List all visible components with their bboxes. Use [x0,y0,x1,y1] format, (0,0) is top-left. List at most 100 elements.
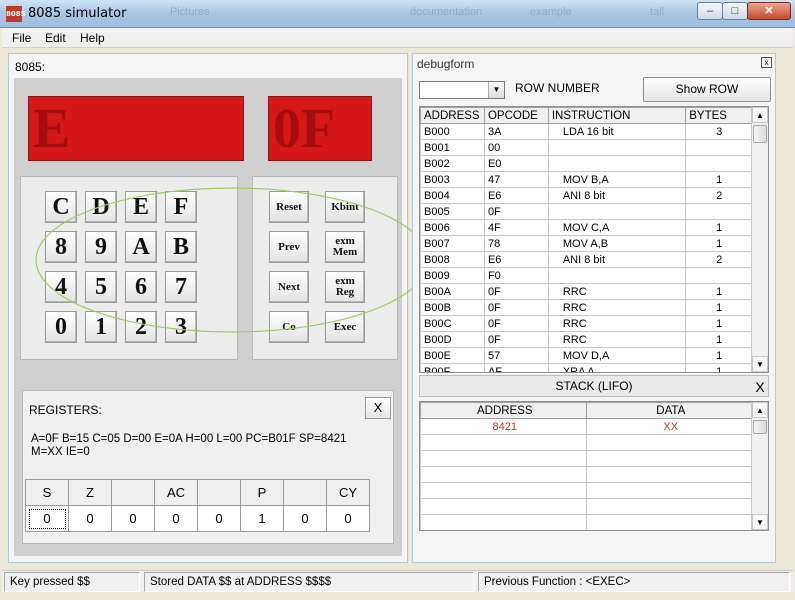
hex-key-button[interactable]: A [125,231,157,263]
function-keypad: Reset Kbint Prev exm Mem Next exm Reg Co Exec [252,176,398,360]
row-number-select[interactable]: ▼ [419,81,505,99]
menu-file[interactable]: File [12,31,31,45]
program-cell: B00A [420,283,485,300]
program-cell: 47 [483,171,549,188]
scroll-down-icon[interactable]: ▼ [752,514,768,530]
program-row[interactable]: B003 47 MOV B,A 1 [420,171,753,188]
hex-key-button[interactable]: 9 [85,231,117,263]
hex-key-button[interactable]: 7 [165,271,197,303]
hex-key-button[interactable]: 5 [85,271,117,303]
scroll-up-icon[interactable]: ▲ [752,107,768,123]
menu-edit[interactable]: Edit [45,31,66,45]
program-row[interactable]: B00F AF XRA A1 [420,363,753,372]
function-key-button[interactable]: Kbint [325,191,365,223]
program-column-header[interactable]: INSTRUCTION [547,107,687,124]
flag-value-cell[interactable]: 0 [68,505,112,532]
program-row[interactable]: B00C 0F RRC 1 [420,315,753,332]
flag-value-cell[interactable]: 0 [25,505,69,532]
stack-row-empty [420,450,754,467]
function-key-button[interactable]: Next [269,271,309,303]
title-bar: 8085 8085 simulator Pictures documentati… [0,0,795,28]
program-row[interactable]: B002 E0 [420,155,753,172]
flag-value-cell[interactable]: 1 [240,505,284,532]
debug-title: debugform [417,57,475,71]
program-row[interactable]: B00E 57 MOV D,A 1 [420,347,753,364]
menu-help[interactable]: Help [80,31,105,45]
stack-row-empty [420,498,754,515]
function-key-button[interactable]: exm Reg [325,271,365,303]
hex-key-button[interactable]: E [125,191,157,223]
hex-key-button[interactable]: 8 [45,231,77,263]
scroll-thumb[interactable] [753,125,767,143]
menubar: File Edit Help [2,28,793,48]
program-column-header[interactable]: BYTES [685,107,753,124]
hex-key-button[interactable]: 3 [165,311,197,343]
program-cell: B008 [420,251,485,268]
program-row[interactable]: B00B 0F RRC 1 [420,299,753,316]
program-row[interactable]: B00D 0F RRC 1 [420,331,753,348]
program-cell: ANI 8 bit [547,251,687,268]
hex-key-button[interactable]: 2 [125,311,157,343]
program-grid[interactable]: ADDRESS OPCODE INSTRUCTION BYTES B000 3A LDA … [419,106,769,373]
program-column-header[interactable]: ADDRESS [420,107,485,124]
registers-close-button[interactable]: X [365,397,391,419]
function-key-button[interactable]: Co [269,311,309,343]
program-row[interactable]: B009 F0 [420,267,753,284]
stack-column-header[interactable]: ADDRESS [420,402,587,419]
program-row[interactable]: B004 E6 ANI 8 bit 2 [420,187,753,204]
program-row[interactable]: B006 4F MOV C,A 1 [420,219,753,236]
scroll-thumb[interactable] [753,420,767,434]
hex-key-button[interactable]: 6 [125,271,157,303]
hex-key-button[interactable]: 4 [45,271,77,303]
scroll-up-icon[interactable]: ▲ [752,402,768,418]
maximize-button[interactable]: □ [722,2,748,20]
hex-key-button[interactable]: D [85,191,117,223]
function-key-button[interactable]: Prev [269,231,309,263]
program-row[interactable]: B001 00 [420,139,753,156]
function-key-button[interactable]: exm Mem [325,231,365,263]
hex-key-button[interactable]: C [45,191,77,223]
program-cell: AF [483,363,549,372]
program-row[interactable]: B008 E6 ANI 8 bit 2 [420,251,753,268]
minimize-button[interactable]: – [697,2,723,20]
flag-value-cell[interactable]: 0 [154,505,198,532]
flag-value-cell[interactable]: 0 [111,505,155,532]
show-row-button[interactable]: Show ROW [643,77,771,102]
program-cell: MOV B,A [547,171,687,188]
program-row[interactable]: B007 78 MOV A,B 1 [420,235,753,252]
window-title: 8085 simulator [28,6,127,21]
flag-value-cell[interactable]: 0 [326,505,370,532]
program-cell [547,139,687,156]
stack-scrollbar[interactable]: ▲ ▼ [751,402,768,530]
program-column-header[interactable]: OPCODE [483,107,549,124]
program-row[interactable]: B000 3A LDA 16 bit 3 [420,123,753,140]
stack-column-header[interactable]: DATA [585,402,754,419]
stack-cell [420,498,587,515]
program-row[interactable]: B005 0F [420,203,753,220]
hex-key-button[interactable]: 0 [45,311,77,343]
program-cell: LDA 16 bit [547,123,687,140]
program-cell: MOV C,A [547,219,687,236]
stack-row[interactable]: 8421 XX [420,418,754,435]
program-cell: 1 [685,347,753,364]
stack-cell [585,466,754,483]
flags-grid: S Z AC P CY 00000100 [25,479,370,532]
chevron-down-icon[interactable]: ▼ [488,82,504,98]
hex-key-button[interactable]: 1 [85,311,117,343]
program-row[interactable]: B00A 0F RRC 1 [420,283,753,300]
data-display: 0F [268,96,372,161]
function-key-button[interactable]: Reset [269,191,309,223]
stack-close-button[interactable]: X [749,377,771,399]
program-scrollbar[interactable]: ▲ ▼ [751,107,768,372]
stack-grid[interactable]: ADDRESS DATA 8421 XX ▲ ▼ [419,401,769,531]
flag-value-cell[interactable]: 0 [197,505,241,532]
hex-key-button[interactable]: F [165,191,197,223]
scroll-down-icon[interactable]: ▼ [752,356,768,372]
flag-header: Z [68,479,112,506]
program-cell: XRA A [547,363,687,372]
debug-close-button[interactable]: x [761,57,772,68]
close-button[interactable]: ✕ [747,2,791,20]
flag-value-cell[interactable]: 0 [283,505,327,532]
function-key-button[interactable]: Exec [325,311,365,343]
hex-key-button[interactable]: B [165,231,197,263]
